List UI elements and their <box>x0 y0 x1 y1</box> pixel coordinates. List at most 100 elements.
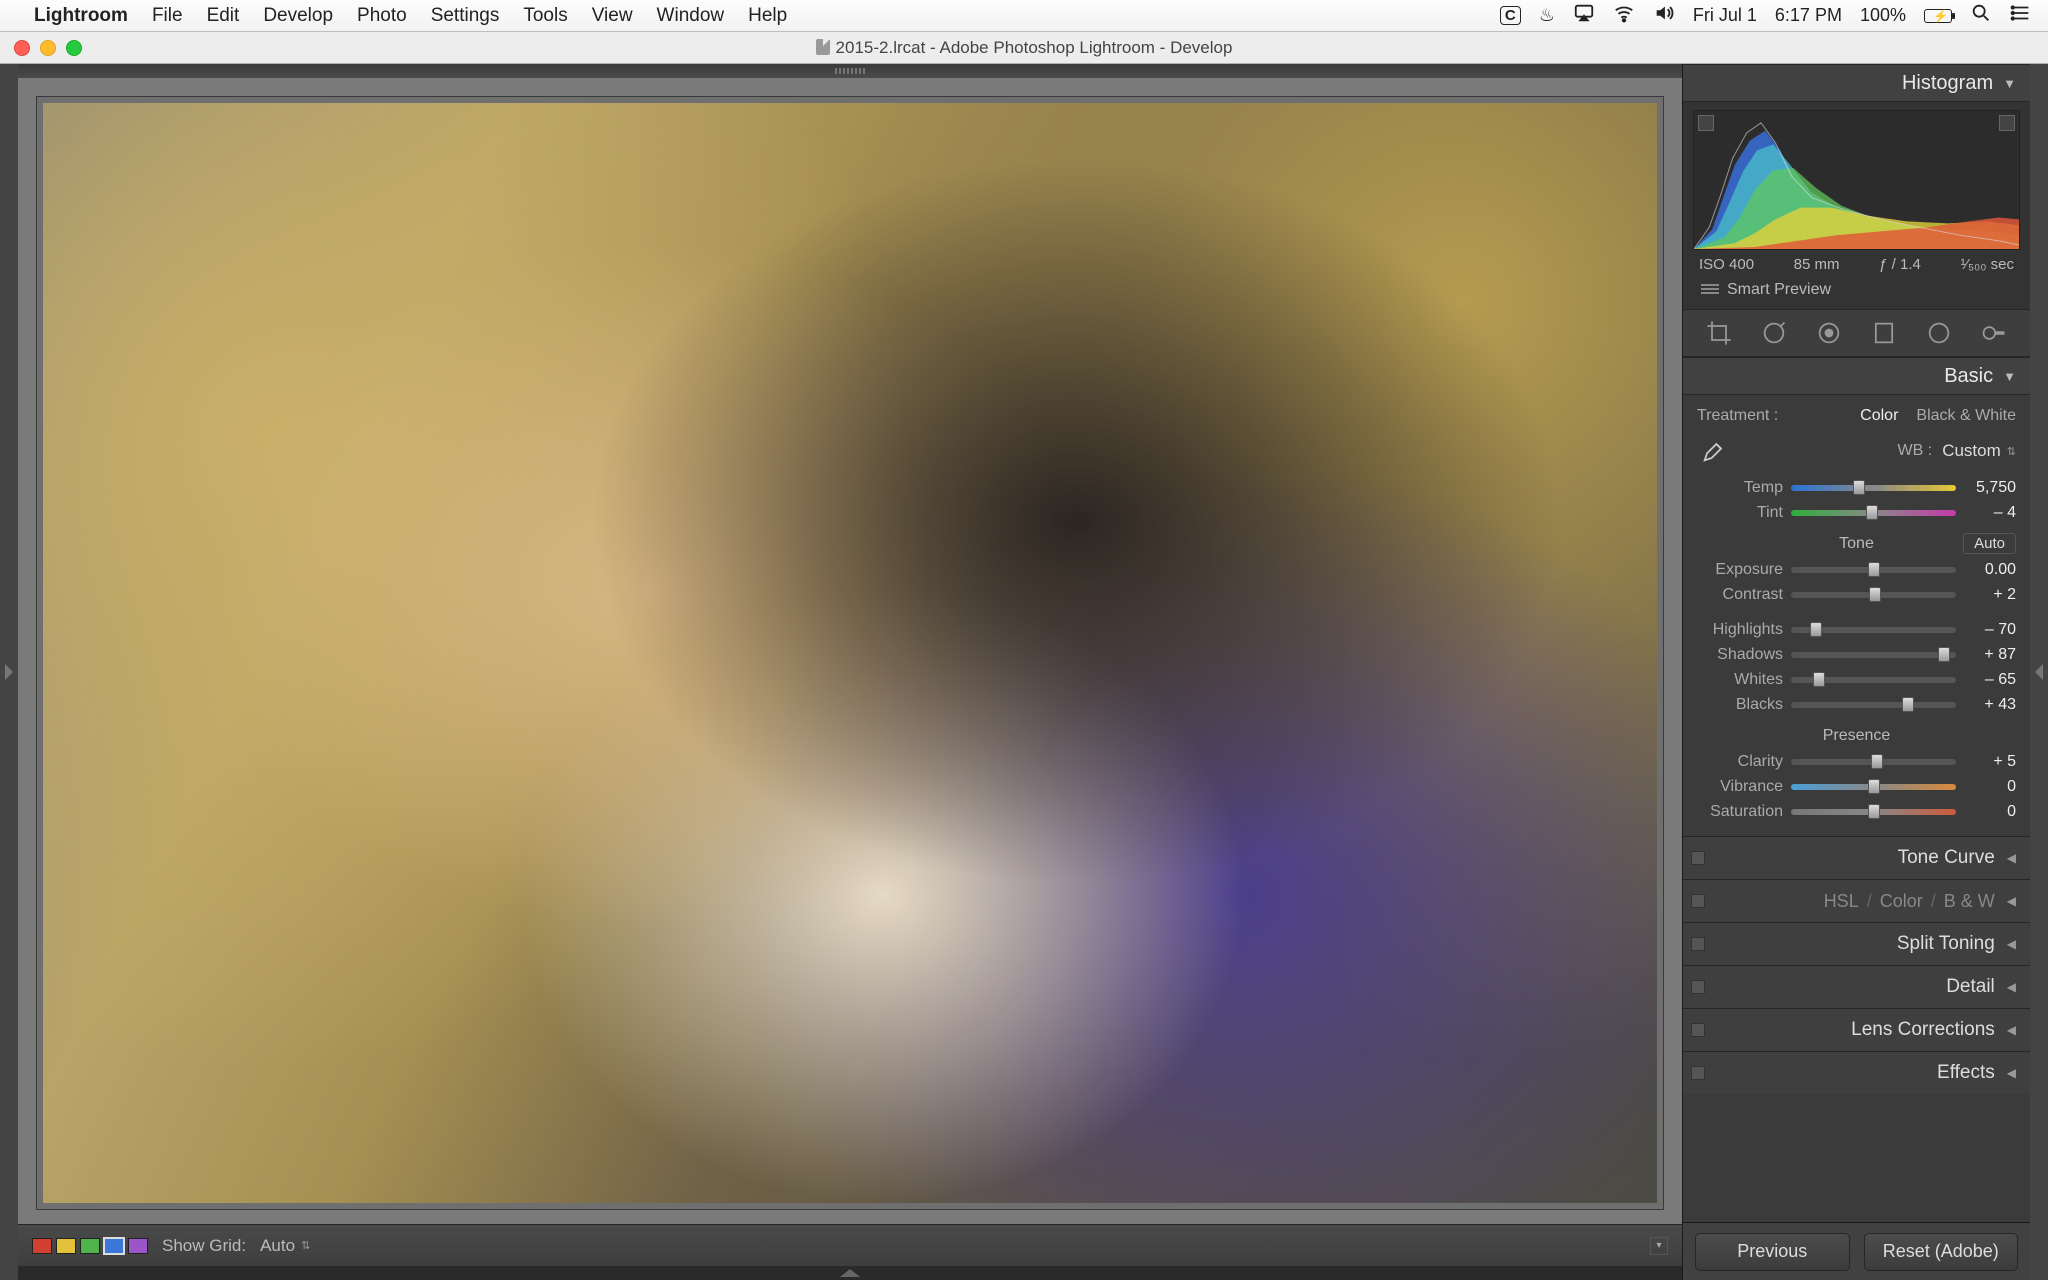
redeye-tool[interactable] <box>1811 317 1847 349</box>
detail-header[interactable]: Detail◀ <box>1683 965 2030 1008</box>
show-grid-label: Show Grid: <box>162 1236 246 1256</box>
photo-preview[interactable] <box>43 103 1657 1203</box>
adjustment-brush-tool[interactable] <box>1976 317 2012 349</box>
toolbar-disclosure[interactable]: ▾ <box>1650 1237 1668 1255</box>
status-spotlight-icon[interactable] <box>1970 2 1992 29</box>
hsl-bw-title[interactable]: B & W <box>1944 891 1995 911</box>
menu-window[interactable]: Window <box>657 5 725 27</box>
hsl-header[interactable]: HSL/Color/B & W ◀ <box>1683 879 2030 922</box>
section-switch[interactable] <box>1691 1023 1705 1037</box>
basic-header[interactable]: Basic ▼ <box>1683 357 2030 395</box>
highlights-slider[interactable] <box>1791 627 1956 633</box>
previous-button[interactable]: Previous <box>1695 1233 1850 1271</box>
expand-icon: ◀ <box>2007 1066 2016 1080</box>
exposure-slider[interactable] <box>1791 567 1956 573</box>
status-airplay-icon[interactable] <box>1573 2 1595 29</box>
filmstrip-toggle[interactable] <box>18 1266 1682 1280</box>
status-c-icon[interactable]: C <box>1500 6 1521 25</box>
treatment-color[interactable]: Color <box>1860 407 1898 425</box>
shadows-slider[interactable] <box>1791 652 1956 658</box>
temp-label: Temp <box>1697 479 1783 497</box>
status-battery-percent[interactable]: 100% <box>1860 5 1906 26</box>
menu-photo[interactable]: Photo <box>357 5 407 27</box>
wb-value: Custom <box>1942 441 2001 461</box>
show-grid-dropdown[interactable]: Auto ⇅ <box>260 1236 310 1256</box>
effects-header[interactable]: Effects◀ <box>1683 1051 2030 1094</box>
saturation-slider[interactable] <box>1791 809 1956 815</box>
histogram-focal: 85 mm <box>1794 256 1840 273</box>
status-battery-icon[interactable]: ⚡ <box>1924 9 1952 23</box>
reset-button[interactable]: Reset (Adobe) <box>1864 1233 2019 1271</box>
window-close-button[interactable] <box>14 40 30 56</box>
smart-preview-label[interactable]: Smart Preview <box>1727 281 1831 299</box>
menu-edit[interactable]: Edit <box>207 5 240 27</box>
swatch-blue[interactable] <box>104 1238 124 1254</box>
left-panel-toggle[interactable] <box>0 64 18 1280</box>
right-panel-toggle[interactable] <box>2030 64 2048 1280</box>
tint-value[interactable]: – 4 <box>1964 504 2016 522</box>
menu-view[interactable]: View <box>592 5 633 27</box>
status-date[interactable]: Fri Jul 1 <box>1693 5 1757 26</box>
white-balance-picker[interactable] <box>1697 437 1731 465</box>
window-minimize-button[interactable] <box>40 40 56 56</box>
status-wifi-icon[interactable] <box>1613 2 1635 29</box>
status-time[interactable]: 6:17 PM <box>1775 5 1842 26</box>
clarity-label: Clarity <box>1697 753 1783 771</box>
radial-filter-tool[interactable] <box>1921 317 1957 349</box>
saturation-value[interactable]: 0 <box>1964 803 2016 821</box>
crop-tool[interactable] <box>1701 317 1737 349</box>
blacks-value[interactable]: + 43 <box>1964 696 2016 714</box>
highlights-value[interactable]: – 70 <box>1964 621 2016 639</box>
whites-value[interactable]: – 65 <box>1964 671 2016 689</box>
menu-settings[interactable]: Settings <box>431 5 500 27</box>
section-switch[interactable] <box>1691 980 1705 994</box>
tint-slider[interactable] <box>1791 510 1956 516</box>
saturation-label: Saturation <box>1697 803 1783 821</box>
section-switch[interactable] <box>1691 1066 1705 1080</box>
status-volume-icon[interactable] <box>1653 2 1675 29</box>
status-flame-icon[interactable]: ♨ <box>1539 5 1555 26</box>
lens-corrections-header[interactable]: Lens Corrections◀ <box>1683 1008 2030 1051</box>
split-toning-header[interactable]: Split Toning◀ <box>1683 922 2030 965</box>
exposure-value[interactable]: 0.00 <box>1964 561 2016 579</box>
image-canvas[interactable] <box>18 78 1682 1224</box>
section-switch[interactable] <box>1691 894 1705 908</box>
vibrance-value[interactable]: 0 <box>1964 778 2016 796</box>
swatch-yellow[interactable] <box>56 1238 76 1254</box>
treatment-bw[interactable]: Black & White <box>1916 407 2016 425</box>
hsl-color-title[interactable]: Color <box>1880 891 1923 911</box>
whites-slider[interactable] <box>1791 677 1956 683</box>
clarity-value[interactable]: + 5 <box>1964 753 2016 771</box>
tone-curve-header[interactable]: Tone Curve◀ <box>1683 836 2030 879</box>
section-switch[interactable] <box>1691 937 1705 951</box>
top-panel-toggle[interactable] <box>18 64 1682 78</box>
menu-help[interactable]: Help <box>748 5 787 27</box>
histogram-header[interactable]: Histogram ▼ <box>1683 64 2030 102</box>
shadows-value[interactable]: + 87 <box>1964 646 2016 664</box>
histogram-title: Histogram <box>1902 72 1993 95</box>
wb-dropdown[interactable]: Custom ⇅ <box>1942 441 2016 461</box>
section-switch[interactable] <box>1691 851 1705 865</box>
menu-tools[interactable]: Tools <box>523 5 567 27</box>
swatch-red[interactable] <box>32 1238 52 1254</box>
status-notifications-icon[interactable] <box>2010 2 2032 29</box>
graduated-filter-tool[interactable] <box>1866 317 1902 349</box>
vibrance-slider[interactable] <box>1791 784 1956 790</box>
menu-file[interactable]: File <box>152 5 183 27</box>
temp-value[interactable]: 5,750 <box>1964 479 2016 497</box>
blacks-slider[interactable] <box>1791 702 1956 708</box>
auto-tone-button[interactable]: Auto <box>1963 533 2016 554</box>
histogram-graph[interactable] <box>1693 110 2020 250</box>
hsl-title[interactable]: HSL <box>1824 891 1859 911</box>
menu-develop[interactable]: Develop <box>263 5 333 27</box>
app-name[interactable]: Lightroom <box>34 5 128 27</box>
clarity-slider[interactable] <box>1791 759 1956 765</box>
window-zoom-button[interactable] <box>66 40 82 56</box>
contrast-slider[interactable] <box>1791 592 1956 598</box>
temp-slider[interactable] <box>1791 485 1956 491</box>
contrast-value[interactable]: + 2 <box>1964 586 2016 604</box>
swatch-purple[interactable] <box>128 1238 148 1254</box>
spot-removal-tool[interactable] <box>1756 317 1792 349</box>
expand-icon: ◀ <box>2007 980 2016 994</box>
swatch-green[interactable] <box>80 1238 100 1254</box>
